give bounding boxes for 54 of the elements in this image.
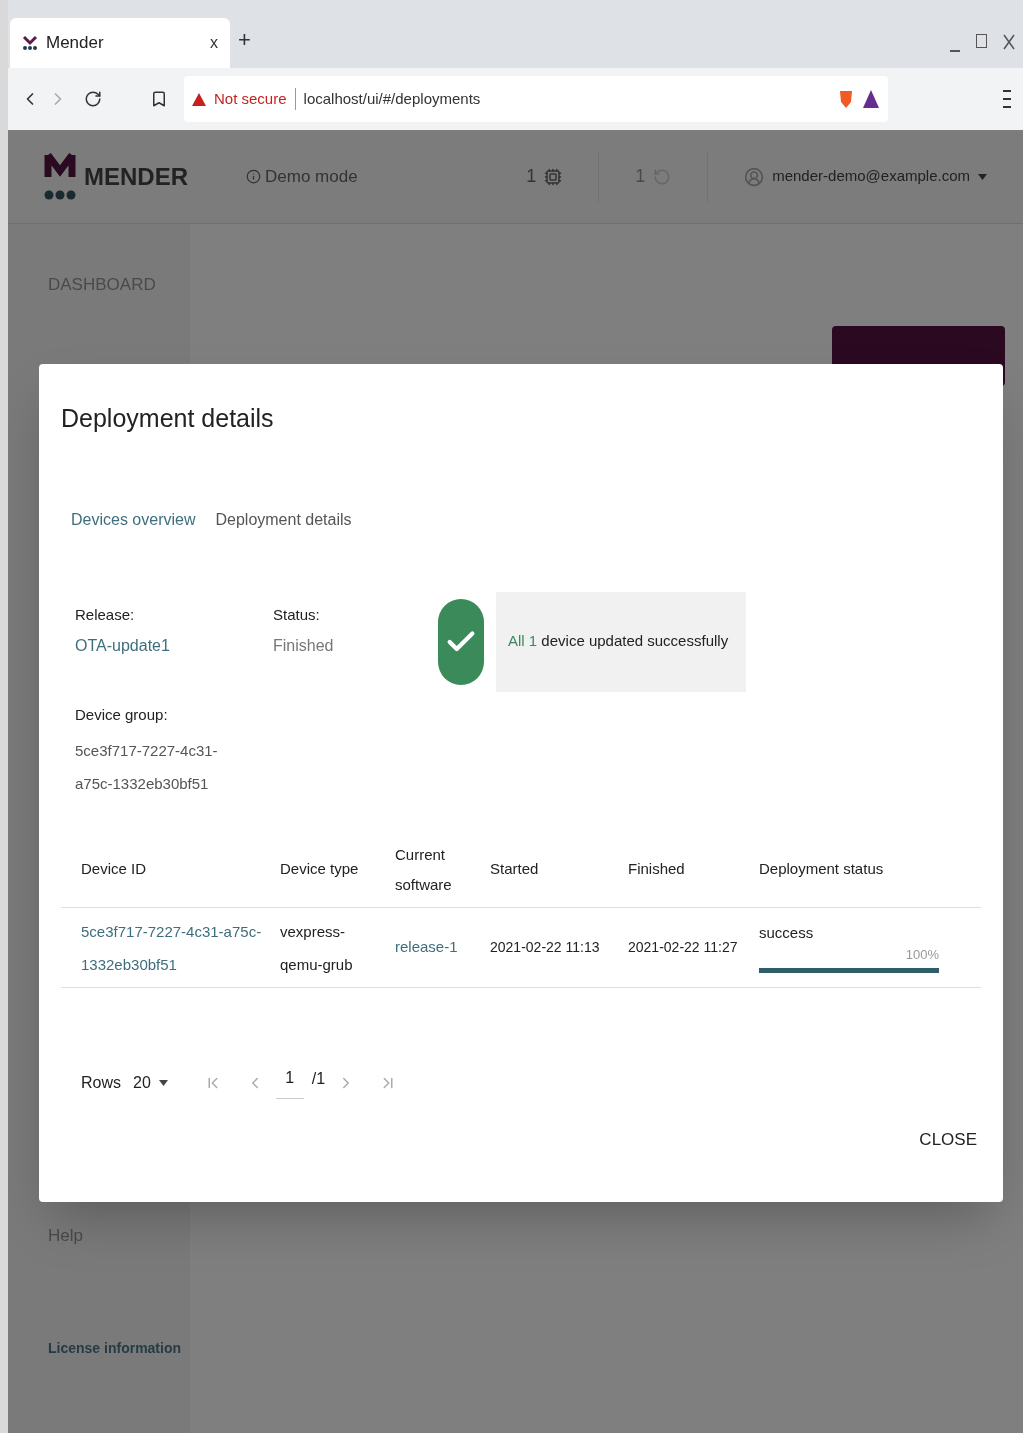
- field-label: Status:: [273, 604, 321, 625]
- tab[interactable]: Devices overview: [71, 507, 196, 536]
- caret-icon[interactable]: [978, 173, 987, 180]
- page-total: /1: [311, 1068, 326, 1089]
- triangle-icon[interactable]: [862, 89, 880, 109]
- url-text: localhost/ui/#/deployments: [303, 88, 482, 109]
- reload-icon[interactable]: [84, 90, 102, 108]
- device-icon[interactable]: [544, 167, 563, 186]
- bookmark-icon[interactable]: [150, 90, 168, 108]
- demo-mode-label[interactable]: Demo mode: [265, 163, 358, 190]
- success-icon: [438, 598, 484, 685]
- field-value: 5ce3f717-7227-4c31-a75c-1332eb30bf51: [75, 741, 219, 794]
- field-label: Release:: [75, 604, 136, 625]
- dialog-title: Deployment details: [61, 403, 275, 434]
- brand-name: MENDER: [84, 161, 188, 192]
- column-header: Started: [490, 859, 540, 880]
- table-cell-text: 2021-02-22 11:27: [628, 938, 739, 957]
- security-warning: Not secure: [214, 87, 296, 111]
- page-field[interactable]: 1: [275, 1066, 304, 1099]
- column-header: Device type: [280, 859, 360, 880]
- user-menu[interactable]: mender-demo@example.com: [772, 165, 970, 188]
- rows-label: Rows: [81, 1072, 121, 1093]
- column-header: Device ID: [80, 859, 148, 880]
- table-cell-text: success: [759, 923, 815, 943]
- new-tab-button[interactable]: +: [238, 23, 251, 56]
- table-cell-text: vexpress-qemu-grub: [280, 921, 354, 975]
- tab[interactable]: Deployment details: [215, 507, 352, 536]
- logo-icon: [22, 35, 38, 51]
- progress-percent: 100%: [905, 945, 939, 964]
- maximize-icon[interactable]: [976, 34, 987, 48]
- caret-icon[interactable]: [158, 1079, 168, 1086]
- close-icon[interactable]: [1003, 34, 1015, 50]
- tab-close-button[interactable]: x: [210, 31, 218, 55]
- warning-icon: [192, 92, 206, 106]
- column-header: Deployment status: [759, 859, 885, 880]
- user-icon: [744, 166, 765, 187]
- column-header: Finished: [628, 859, 686, 880]
- shield-icon[interactable]: [838, 89, 854, 109]
- column-header: Current software: [395, 844, 453, 895]
- summary-text: All 1 device updated successfully: [508, 631, 729, 652]
- field-value: Finished: [273, 636, 335, 656]
- software-link[interactable]: release-1: [395, 936, 490, 959]
- device-id-link[interactable]: 5ce3f717-7227-4c31-a75c-1332eb30bf51: [61, 914, 280, 981]
- release-link[interactable]: OTA-update1: [75, 634, 273, 658]
- close-button[interactable]: CLOSE: [915, 1127, 981, 1153]
- info-icon: [246, 169, 261, 184]
- browser-tab[interactable]: Mender x: [10, 18, 230, 68]
- field-label: Device group:: [75, 704, 169, 725]
- rows-select[interactable]: 20: [133, 1070, 151, 1095]
- table-cell-text: 2021-02-22 11:13: [490, 938, 601, 957]
- menu-icon[interactable]: [1003, 90, 1011, 108]
- tab-title: Mender: [46, 32, 105, 55]
- device-count[interactable]: 1: [526, 163, 537, 190]
- address-bar[interactable]: Not secure localhost/ui/#/deployments: [184, 76, 888, 122]
